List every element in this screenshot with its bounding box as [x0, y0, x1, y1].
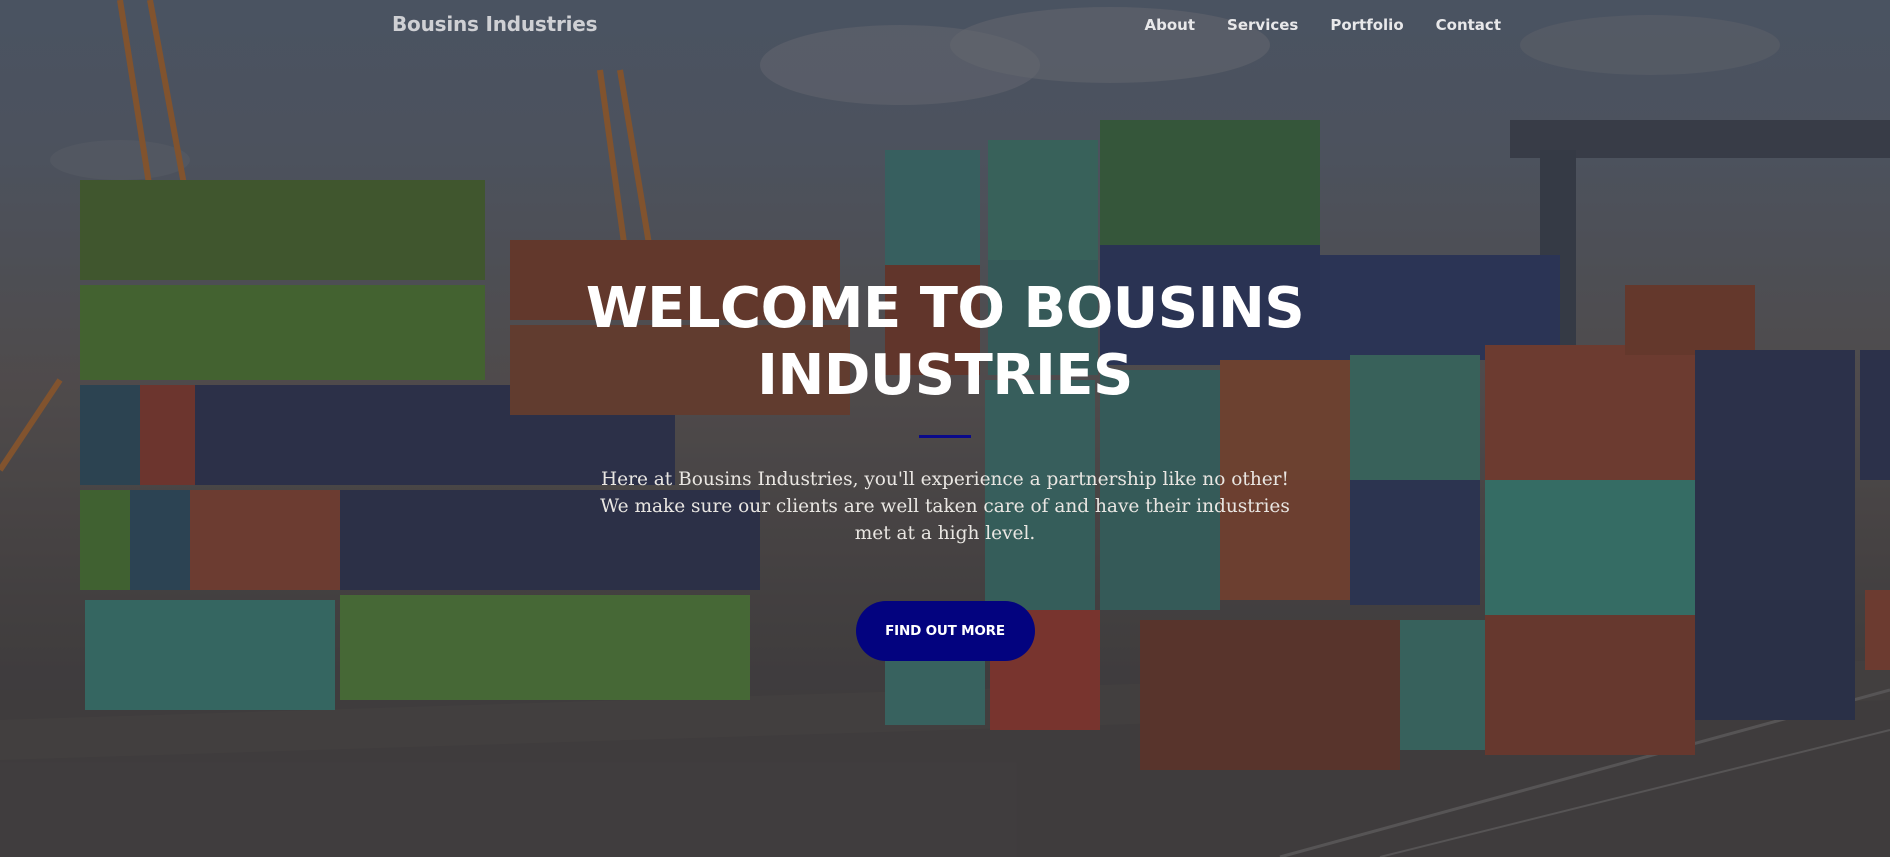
hero-section: Bousins Industries About Services Portfo…	[0, 0, 1890, 857]
nav-link-portfolio[interactable]: Portfolio	[1330, 16, 1403, 34]
nav-link-services[interactable]: Services	[1227, 16, 1298, 34]
nav-item-contact: Contact	[1404, 16, 1501, 34]
find-out-more-button[interactable]: FIND OUT MORE	[855, 601, 1035, 661]
hero-title: WELCOME TO BOUSINS INDUSTRIES	[565, 275, 1325, 409]
top-navbar: Bousins Industries About Services Portfo…	[0, 0, 1890, 52]
hero-lead-text: Here at Bousins Industries, you'll exper…	[600, 469, 1290, 544]
nav-item-about: About	[1113, 16, 1196, 34]
nav-link-about[interactable]: About	[1145, 16, 1196, 34]
nav-item-services: Services	[1195, 16, 1298, 34]
nav-links: About Services Portfolio Contact	[1113, 16, 1501, 34]
hero-content: WELCOME TO BOUSINS INDUSTRIES Here at Bo…	[0, 275, 1890, 661]
hero-title-line-2: INDUSTRIES	[757, 343, 1133, 408]
brand-logo-link[interactable]: Bousins Industries	[392, 12, 598, 36]
nav-link-contact[interactable]: Contact	[1436, 16, 1501, 34]
nav-item-portfolio: Portfolio	[1298, 16, 1403, 34]
title-divider	[919, 435, 971, 438]
hero-title-line-1: WELCOME TO BOUSINS	[585, 276, 1305, 341]
